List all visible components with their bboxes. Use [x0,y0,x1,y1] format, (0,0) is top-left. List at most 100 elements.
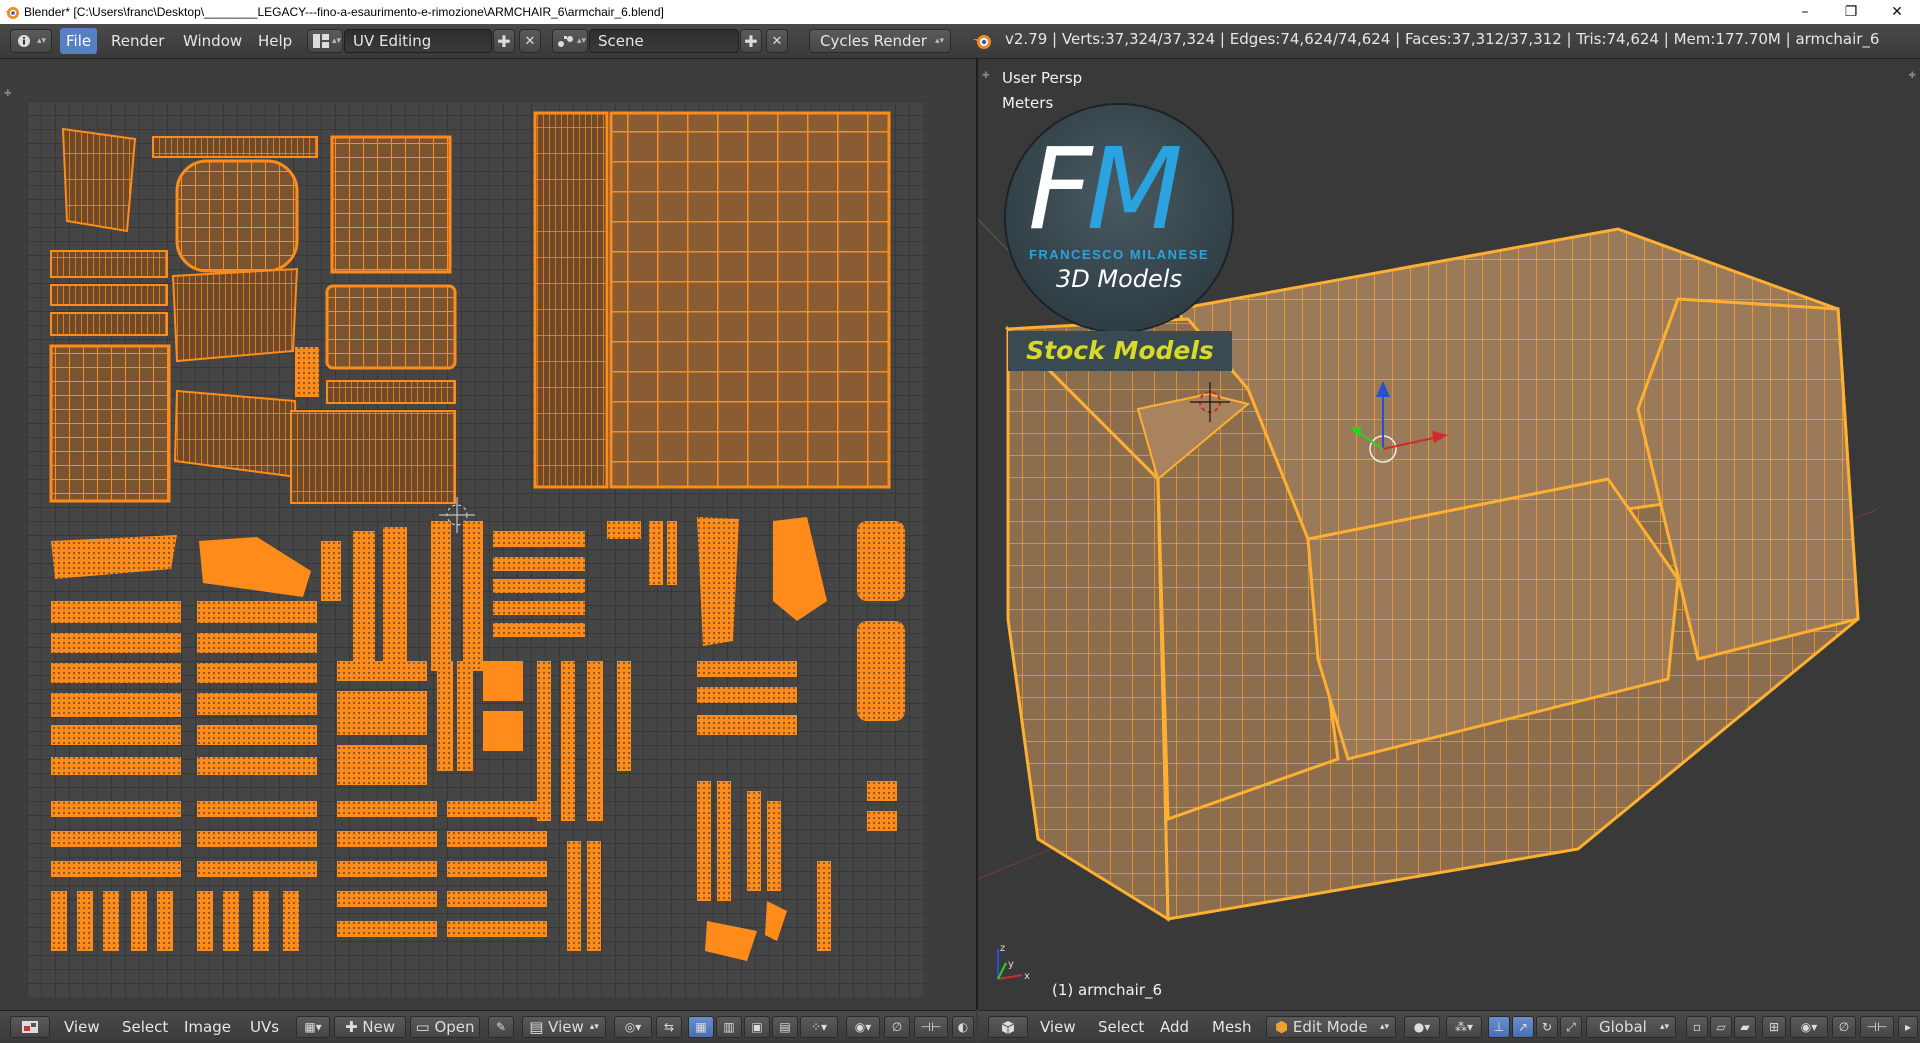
render-engine-dropdown[interactable]: Cycles Render ▴▾ [809,29,951,53]
logo-tagline: 3D Models [1056,265,1182,293]
open-image-label: Open [434,1018,475,1036]
viewport-overflow-icon[interactable]: ▸ [1898,1016,1918,1038]
screen-layout-field[interactable]: UV Editing [344,29,492,53]
mode-label: Edit Mode [1292,1018,1368,1036]
scene-field[interactable]: Scene [589,29,739,53]
logo-letter-m: M [1086,125,1183,255]
uv-islands[interactable] [27,101,925,997]
orientation-label: Global [1599,1018,1647,1036]
info-header: ▴▾ File Render Window Help ▴▾ UV Editing… [0,24,1920,59]
open-image-button[interactable]: ▭ Open [410,1016,480,1038]
snap-icon[interactable]: ∅ [1832,1016,1856,1038]
viewport-menu-view[interactable]: View [1040,1016,1076,1038]
vertex-select-mode-icon[interactable]: ▫ [1686,1016,1708,1038]
transform-orientation-dropdown[interactable]: Global ▴▾ [1586,1016,1676,1038]
edge-select-icon[interactable]: ▥ [716,1016,742,1038]
plus-icon: ✚ [344,1018,363,1036]
menu-window[interactable]: Window [177,28,248,54]
edit-mode-icon: ⬢ [1275,1018,1293,1036]
menu-file[interactable]: File [60,28,98,54]
snap-element-icon[interactable]: ⊣⊢ [1860,1016,1894,1038]
uv-overflow-icon[interactable]: ◐ [952,1016,974,1038]
translate-manipulator-icon[interactable]: ↗ [1512,1016,1534,1038]
proportional-edit-icon[interactable]: ◉▾ [846,1016,880,1038]
chevron-updown-icon: ▴▾ [1379,1022,1389,1032]
uv-image-editor[interactable]: ✚ [0,59,976,1010]
fm-logo: FM FRANCESCO MILANESE 3D Models [1006,105,1232,331]
region-toggle-icon[interactable]: ✚ [4,89,12,99]
view-axes-icon: z y x [997,943,1030,982]
limit-selection-icon[interactable]: ⊞ [1762,1016,1786,1038]
face-select-mode-icon[interactable]: ▰ [1734,1016,1756,1038]
pivot-point-icon[interactable]: ⁂▾ [1446,1016,1482,1038]
chevron-updown-icon: ▴▾ [577,36,587,46]
chevron-updown-icon: ▴▾ [589,1022,599,1032]
snap-element-icon[interactable]: ⊣⊢ [914,1016,948,1038]
scale-manipulator-icon[interactable]: ⤢ [1560,1016,1582,1038]
info-icon [18,35,30,47]
face-select-icon[interactable]: ▣ [744,1016,770,1038]
mode-dropdown[interactable]: ⬢ Edit Mode ▴▾ [1266,1016,1396,1038]
uv-menu-uvs[interactable]: UVs [250,1016,279,1038]
window-title-bar: Blender* [C:\Users\franc\Desktop\_______… [0,0,1920,24]
uv-menu-image[interactable]: Image [184,1016,231,1038]
uv-island-group-top-right[interactable] [533,111,891,489]
view-mode-icon: ▤ [529,1018,549,1036]
svg-text:y: y [1008,959,1014,970]
layout-grid-icon [313,34,329,48]
add-screen-icon[interactable]: ✚ [493,29,515,53]
3d-view-icon [1001,1021,1015,1034]
rotate-manipulator-icon[interactable]: ↻ [1536,1016,1558,1038]
vertex-select-icon[interactable]: ▦ [688,1016,714,1038]
sticky-select-icon[interactable]: ⁘▾ [800,1016,838,1038]
editor-type-button[interactable]: ▴▾ [10,29,52,53]
blender-logo-icon [5,7,19,19]
add-scene-icon[interactable]: ✚ [740,29,762,53]
viewport-menu-mesh[interactable]: Mesh [1212,1016,1252,1038]
viewport-menu-select[interactable]: Select [1098,1016,1144,1038]
editor-type-button[interactable] [988,1016,1028,1038]
remove-screen-icon[interactable]: ✕ [519,29,541,53]
viewport-shading-icon[interactable]: ●▾ [1404,1016,1440,1038]
svg-text:x: x [1024,971,1030,982]
uv-menu-view[interactable]: View [64,1016,100,1038]
image-mode-dropdown[interactable]: ▤ View ▴▾ [522,1016,606,1038]
close-button[interactable]: ✕ [1874,0,1920,24]
uv-island-group-bottom[interactable] [51,517,905,961]
sync-selection-icon[interactable]: ⇆ [656,1016,682,1038]
remove-scene-icon[interactable]: ✕ [766,29,788,53]
uv-menu-select[interactable]: Select [122,1016,168,1038]
edge-select-mode-icon[interactable]: ▱ [1710,1016,1732,1038]
minimize-button[interactable]: – [1782,0,1828,24]
browse-image-button[interactable]: ▦▾ [296,1016,330,1038]
logo-letter-f: F [1028,125,1092,255]
chevron-updown-icon: ▴▾ [1659,1022,1669,1032]
editor-type-button[interactable] [10,1016,50,1038]
maximize-button[interactable]: ❐ [1828,0,1874,24]
pin-icon[interactable]: ✎ [488,1016,514,1038]
menu-render[interactable]: Render [105,28,170,54]
scene-statistics: v2.79 | Verts:37,324/37,324 | Edges:74,6… [1005,30,1880,48]
proportional-edit-icon[interactable]: ◉▾ [1790,1016,1828,1038]
island-select-icon[interactable]: ▤ [772,1016,798,1038]
scene-icon-button[interactable]: ▴▾ [552,29,588,53]
active-object-label: (1) armchair_6 [1052,981,1163,999]
screen-layout-icon-button[interactable]: ▴▾ [307,29,343,53]
pivot-point-icon[interactable]: ◎▾ [614,1016,652,1038]
svg-text:z: z [1000,943,1005,954]
uv-editor-header: View Select Image UVs ▦▾ ✚ New ▭ Open ✎ … [0,1010,976,1043]
chevron-updown-icon: ▴▾ [37,36,47,46]
uv-island-group-top-left[interactable] [49,127,457,504]
3d-viewport[interactable]: ✚ ✚ User Persp Meters z y x FM FRANCESCO… [978,59,1920,1010]
window-title: Blender* [C:\Users\franc\Desktop\_______… [24,5,664,19]
menu-help[interactable]: Help [252,28,298,54]
uv-grid[interactable] [27,101,925,997]
viewport-menu-add[interactable]: Add [1160,1016,1189,1038]
image-mode-label: View [548,1018,584,1036]
logo-brand: FRANCESCO MILANESE [1028,247,1210,262]
new-image-button[interactable]: ✚ New [334,1016,406,1038]
manipulator-toggle-icon[interactable]: ⊥ [1488,1016,1510,1038]
image-editor-icon [22,1021,38,1033]
snap-icon[interactable]: ∅ [884,1016,910,1038]
blender-logo-icon [973,35,991,49]
